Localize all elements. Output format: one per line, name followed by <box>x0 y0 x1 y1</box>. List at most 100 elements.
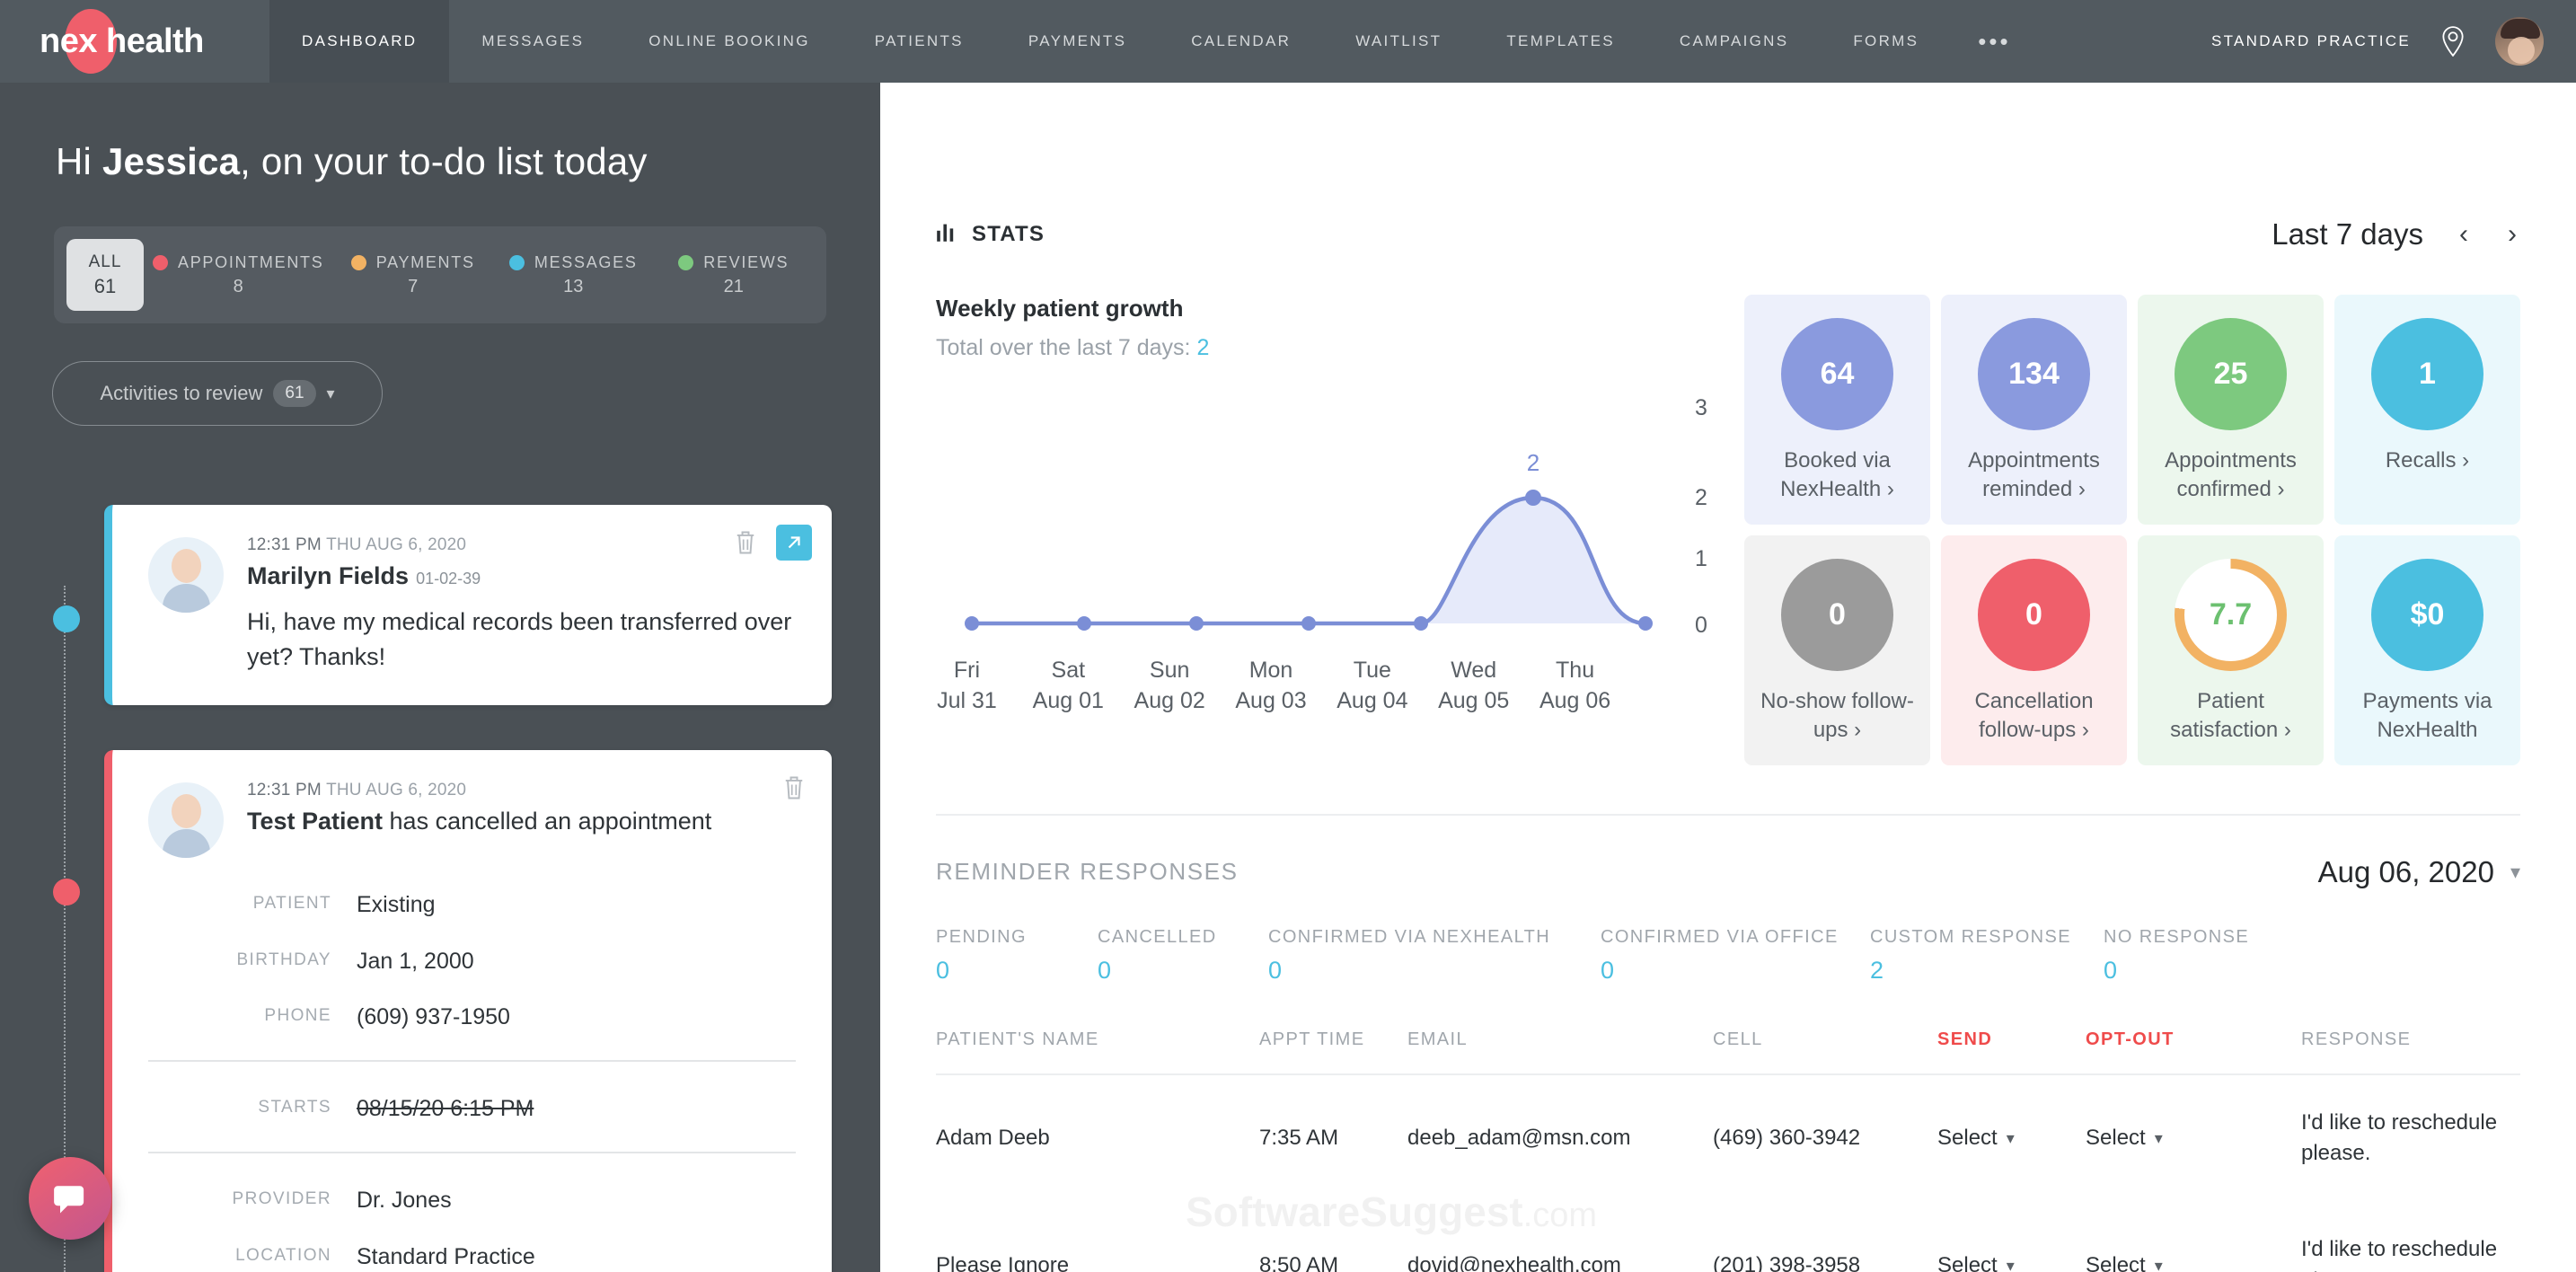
user-avatar[interactable] <box>2495 17 2544 66</box>
filter-appointments[interactable]: APPOINTMENTS 8 <box>144 253 332 297</box>
stat-tile-recalls[interactable]: 1 Recalls › <box>2334 295 2520 525</box>
opt-out-select[interactable]: Select ▾ <box>2086 1123 2163 1154</box>
map-pin-icon[interactable] <box>2438 26 2468 57</box>
stat-tile-appointments-reminded[interactable]: 134 Appointments reminded › <box>1941 295 2127 525</box>
stat-value: 0 <box>1829 596 1846 632</box>
activity-cards-list: 12:31 PM THU AUG 6, 2020 Marilyn Fields 0… <box>104 505 832 1272</box>
cell-appt-time: 7:35 AM <box>1259 1125 1339 1150</box>
column-send[interactable]: SEND <box>1937 1029 2086 1075</box>
chart-subtitle-prefix: Total over the last 7 days: <box>936 335 1197 360</box>
nav-item-waitlist[interactable]: WAITLIST <box>1323 0 1474 83</box>
stat-tile-patient-satisfaction[interactable]: 7.7 Patient satisfaction › <box>2138 534 2324 765</box>
brand-logo[interactable]: nex health <box>0 0 269 83</box>
table-row[interactable]: Adam Deeb 7:35 AM deeb_adam@msn.com (469… <box>936 1074 2520 1203</box>
card-patient-id: 01-02-39 <box>416 570 481 587</box>
nav-item-messages[interactable]: MESSAGES <box>449 0 616 83</box>
activity-card-cancellation[interactable]: 12:31 PM THU AUG 6, 2020 Test Patient ha… <box>104 750 832 1272</box>
send-select[interactable]: Select ▾ <box>1937 1250 2015 1272</box>
x-label-day: Thu <box>1556 658 1595 683</box>
stat-value-ring: 7.7 <box>2175 558 2287 671</box>
greeting-prefix: Hi <box>56 140 102 182</box>
filter-messages[interactable]: MESSAGES 13 <box>493 253 654 297</box>
filter-reviews[interactable]: REVIEWS 21 <box>653 253 814 297</box>
chart-subtitle-value: 2 <box>1196 335 1210 360</box>
filter-reviews-count: 21 <box>723 276 744 296</box>
activity-card-message[interactable]: 12:31 PM THU AUG 6, 2020 Marilyn Fields 0… <box>104 505 832 706</box>
cell-send: Select ▾ <box>1937 1074 2086 1203</box>
nav-item-templates[interactable]: TEMPLATES <box>1474 0 1647 83</box>
stat-tile-payments-via-nexhealth[interactable]: $0 Payments via NexHealth <box>2334 534 2520 765</box>
column-opt-out[interactable]: OPT-OUT <box>2086 1029 2301 1075</box>
chevron-down-icon: ▾ <box>2510 860 2520 883</box>
cell-opt-out: Select ▾ <box>2086 1202 2301 1272</box>
chart-x-label-6: Thu Aug 06 <box>1524 656 1626 717</box>
stat-tile-appointments-confirmed[interactable]: 25 Appointments confirmed › <box>2138 295 2324 525</box>
date-range-label[interactable]: Last 7 days <box>2272 217 2423 252</box>
trash-icon[interactable] <box>776 770 812 806</box>
stat-tile-cancellation-followups[interactable]: 0 Cancellation follow-ups › <box>1941 534 2127 765</box>
chevron-right-icon[interactable]: › <box>2504 219 2520 250</box>
stats-panel: STATS Last 7 days ‹ › Weekly patient gro… <box>880 83 2576 1272</box>
chart-ytick-0: 0 <box>1695 613 1707 638</box>
column-email[interactable]: EMAIL <box>1407 1029 1713 1075</box>
reminder-date-label: Aug 06, 2020 <box>2317 854 2494 888</box>
chart-ytick-2: 2 <box>1695 485 1707 510</box>
todo-sidebar: Hi Jessica, on your to-do list today ALL… <box>0 83 880 1272</box>
x-label-day: Sun <box>1149 658 1190 683</box>
detail-label: BIRTHDAY <box>236 950 331 969</box>
nav-right-group: STANDARD PRACTICE <box>2211 0 2576 83</box>
chart-title: Weekly patient growth <box>936 295 1184 322</box>
summary-value: 0 <box>2104 956 2118 984</box>
detail-label: STARTS <box>258 1098 331 1117</box>
x-label-date: Aug 06 <box>1539 687 1611 713</box>
date-range-selector: Last 7 days ‹ › <box>2272 217 2520 252</box>
messages-dot-icon <box>508 254 525 270</box>
filter-all-count: 61 <box>93 274 117 297</box>
x-label-day: Sat <box>1051 658 1086 683</box>
column-appt-time[interactable]: APPT TIME <box>1259 1029 1407 1075</box>
nav-item-online-booking[interactable]: ONLINE BOOKING <box>616 0 842 83</box>
nav-item-forms[interactable]: FORMS <box>1821 0 1951 83</box>
cell-patient-name: Adam Deeb <box>936 1125 1050 1150</box>
nav-item-payments[interactable]: PAYMENTS <box>996 0 1159 83</box>
logo-text-health: health <box>105 22 204 60</box>
chat-bubble-icon[interactable] <box>29 1157 111 1240</box>
send-select[interactable]: Select ▾ <box>1937 1123 2015 1154</box>
stat-caption: Booked via NexHealth › <box>1780 448 1894 502</box>
cell-response: I'd like to reschedule please. <box>2301 1109 2498 1166</box>
activities-to-review-dropdown[interactable]: Activities to review 61 ▾ <box>52 361 383 426</box>
column-patient-name[interactable]: PATIENT'S NAME <box>936 1029 1259 1075</box>
nav-item-campaigns[interactable]: CAMPAIGNS <box>1647 0 1821 83</box>
summary-value: 0 <box>1098 956 1112 984</box>
summary-custom-response: CUSTOM RESPONSE 2 <box>1870 927 2095 985</box>
stat-value: 25 <box>2213 357 2248 391</box>
open-external-icon[interactable] <box>776 525 812 561</box>
trash-icon[interactable] <box>728 525 763 561</box>
nav-item-patients[interactable]: PATIENTS <box>842 0 996 83</box>
table-row[interactable]: Please Ignore 8:50 AM dovid@nexhealth.co… <box>936 1202 2520 1272</box>
opt-out-select[interactable]: Select ▾ <box>2086 1250 2163 1272</box>
opt-out-select-label: Select <box>2086 1125 2146 1150</box>
filter-payments[interactable]: PAYMENTS 7 <box>332 253 493 297</box>
summary-value: 0 <box>1268 956 1283 984</box>
stat-value-circle: $0 <box>2371 558 2483 671</box>
stat-tile-booked-via-nexhealth[interactable]: 64 Booked via NexHealth › <box>1744 295 1930 525</box>
cell-cell: (201) 398-3958 <box>1713 1252 1861 1272</box>
x-label-day: Wed <box>1451 658 1497 683</box>
reminder-date-selector[interactable]: Aug 06, 2020 ▾ <box>2318 855 2520 889</box>
nav-item-dashboard[interactable]: DASHBOARD <box>269 0 450 83</box>
section-divider <box>936 813 2520 816</box>
filter-appointments-label: APPOINTMENTS <box>178 252 324 271</box>
summary-confirmed-via-nexhealth: CONFIRMED VIA NEXHEALTH 0 <box>1268 927 1592 985</box>
column-response[interactable]: RESPONSE <box>2301 1029 2520 1075</box>
filter-all[interactable]: ALL 61 <box>66 239 144 311</box>
filter-messages-count: 13 <box>563 276 584 296</box>
chevron-left-icon[interactable]: ‹ <box>2456 219 2472 250</box>
nav-item-more-icon[interactable]: ••• <box>1951 0 2037 83</box>
chart-x-label-5: Wed Aug 05 <box>1423 656 1524 717</box>
stat-tile-no-show-followups[interactable]: 0 No-show follow-ups › <box>1744 534 1930 765</box>
cell-send: Select ▾ <box>1937 1202 2086 1272</box>
column-cell[interactable]: CELL <box>1713 1029 1937 1075</box>
summary-value: 0 <box>936 956 950 984</box>
nav-item-calendar[interactable]: CALENDAR <box>1159 0 1323 83</box>
